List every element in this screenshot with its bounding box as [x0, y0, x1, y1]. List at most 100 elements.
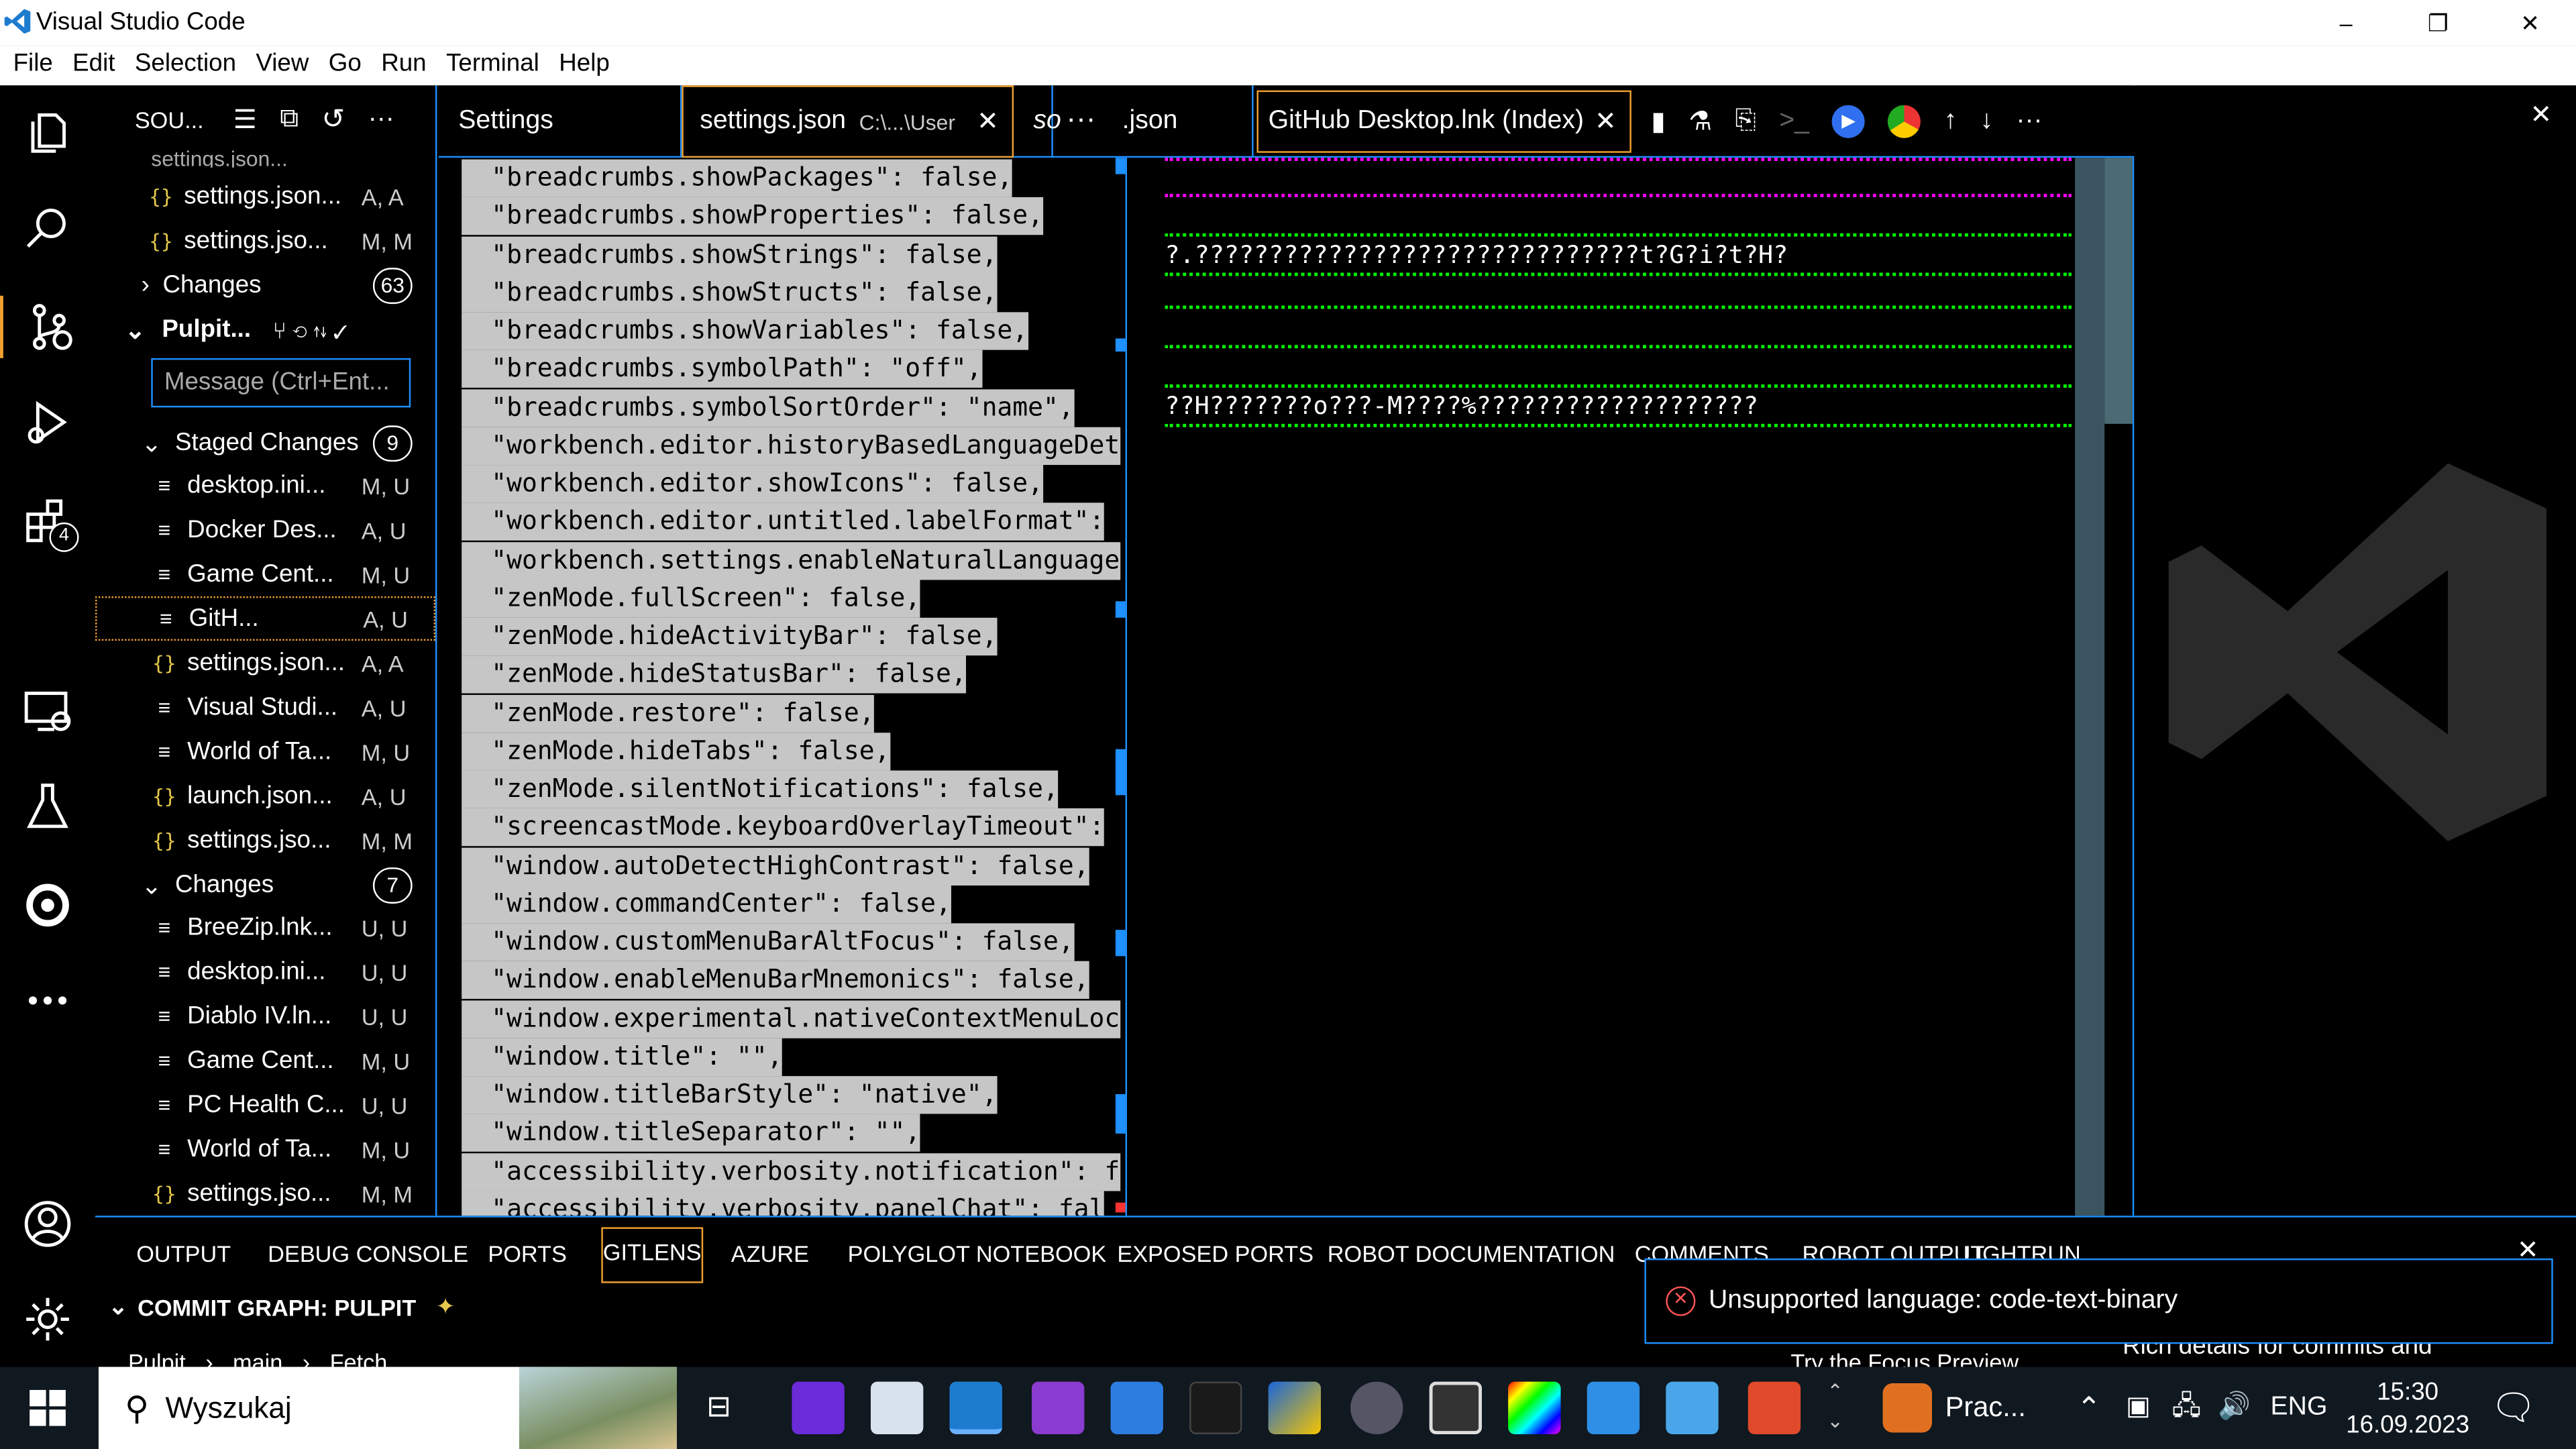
list-item[interactable]: ≡ desktop.ini... U, U — [95, 950, 435, 994]
volume-icon[interactable]: 🔊 — [2218, 1367, 2251, 1449]
branch-selector[interactable]: Pulpit — [128, 1349, 186, 1367]
scrollbar-thumb[interactable] — [2104, 158, 2133, 424]
tab-github-desktop[interactable]: GitHub Desktop.lnk (Index) ✕ — [1256, 90, 1631, 153]
compare-icon[interactable]: ⚗ — [1688, 105, 1712, 138]
tab-partial[interactable]: so — [1014, 85, 1061, 158]
menu-terminal[interactable]: Terminal — [446, 46, 539, 83]
account-icon[interactable] — [16, 1193, 78, 1255]
camera-app-icon[interactable] — [1429, 1381, 1482, 1434]
main-branch-selector[interactable]: main — [233, 1349, 282, 1367]
file-explorer-icon[interactable] — [870, 1381, 924, 1434]
explorer-icon[interactable] — [16, 102, 78, 164]
close-window-button[interactable]: ✕ — [2484, 0, 2576, 46]
more-icon[interactable] — [16, 969, 78, 1032]
minimize-button[interactable]: – — [2300, 0, 2392, 46]
collapse-icon[interactable]: ⧉ — [280, 105, 299, 135]
list-item[interactable]: ≡ BreeZip.lnk... U, U — [95, 905, 435, 949]
panel-tab-robot-documentation[interactable]: ROBOT DOCUMENTATION — [1328, 1240, 1615, 1267]
color-app-icon[interactable] — [1508, 1381, 1561, 1434]
search-icon[interactable] — [16, 197, 78, 260]
changes-group-top[interactable]: › Changes 63 — [95, 263, 435, 307]
list-item[interactable]: {} launch.json... A, U — [95, 773, 435, 818]
chrome-icon[interactable] — [1888, 105, 1921, 138]
scrollbar[interactable] — [1115, 158, 1126, 1216]
branch-icons[interactable]: ⑂ ⟲ ⇅ ✓ — [273, 316, 347, 342]
list-item[interactable]: ≡ Visual Studi... A, U — [95, 685, 435, 729]
binary-editor[interactable]: ?.??????????????????????????????t?G?i?t?… — [1128, 158, 2135, 1216]
settings-app-icon[interactable] — [1350, 1381, 1403, 1434]
taskbar-app-icon[interactable] — [1666, 1381, 1719, 1434]
testing-icon[interactable] — [16, 775, 78, 838]
list-item-clipped[interactable]: settings.json... — [95, 148, 435, 167]
extensions-icon[interactable]: 4 — [16, 490, 79, 552]
menu-edit[interactable]: Edit — [72, 46, 115, 83]
panel-tab-ports[interactable]: PORTS — [488, 1240, 567, 1267]
panel-tab-debug-console[interactable]: DEBUG CONSOLE — [268, 1240, 468, 1267]
network-icon[interactable]: 🖧 — [2172, 1367, 2202, 1449]
menu-view[interactable]: View — [256, 46, 309, 83]
fetch-button[interactable]: Fetch — [330, 1349, 388, 1367]
source-control-icon[interactable] — [0, 295, 95, 358]
menu-file[interactable]: File — [13, 46, 53, 83]
panel-tab-output[interactable]: OUTPUT — [136, 1240, 231, 1267]
minimap-scrollbar[interactable] — [2075, 158, 2105, 1216]
arrow-down-icon[interactable]: ↓ — [1980, 107, 1994, 136]
open-changes-icon[interactable]: ⎘ — [1735, 107, 1756, 136]
commit-message-input[interactable]: Message (Ctrl+Ent... — [151, 358, 411, 408]
task-view-icon[interactable]: ⊟ — [706, 1390, 731, 1424]
taskbar-search[interactable]: ⚲ Wyszukaj — [98, 1366, 677, 1449]
notification-toast[interactable]: ✕ Unsupported language: code-text-binary — [1644, 1258, 2553, 1344]
clock[interactable]: 15:30 16.09.2023 — [2346, 1377, 2469, 1442]
visual-studio-preview-icon[interactable] — [1031, 1381, 1085, 1434]
taskbar-app-icon[interactable] — [1748, 1381, 1801, 1434]
close-tab-icon[interactable]: ✕ — [1595, 105, 1617, 138]
menu-run[interactable]: Run — [381, 46, 426, 83]
list-item[interactable]: {} settings.jso... M, M — [95, 1171, 435, 1216]
gitlens-icon[interactable] — [16, 874, 78, 936]
weather-widget[interactable]: Prac... — [1882, 1367, 2026, 1449]
list-item-selected[interactable]: ≡ GitH... A, U — [95, 596, 435, 641]
taskbar-app-icon[interactable] — [1189, 1381, 1242, 1434]
list-item[interactable]: ≡ desktop.ini... M, U — [95, 464, 435, 508]
tab-overflow-icon[interactable]: ··· — [1066, 102, 1095, 136]
list-item[interactable]: ≡ World of Ta... M, U — [95, 1127, 435, 1171]
list-view-icon[interactable]: ☰ — [233, 103, 257, 136]
terminal-icon[interactable]: >_ — [1779, 107, 1809, 136]
commit-graph-header[interactable]: ⌄ COMMIT GRAPH: PULPIT ✦ — [109, 1293, 455, 1321]
people-app-icon[interactable] — [1587, 1381, 1640, 1434]
list-item[interactable]: {} settings.jso... M, M — [95, 818, 435, 863]
list-item[interactable]: {} settings.jso... M, M — [95, 219, 435, 263]
notifications-icon[interactable]: 🗨 — [2491, 1367, 2536, 1449]
language-indicator[interactable]: ENG — [2271, 1367, 2328, 1449]
vscode-taskbar-icon[interactable] — [949, 1381, 1002, 1434]
arrow-up-icon[interactable]: ↑ — [1944, 107, 1957, 136]
tray-icon[interactable]: ▣ — [2126, 1367, 2151, 1449]
close-tab-icon[interactable]: ✕ — [977, 105, 999, 138]
settings-json-editor[interactable]: "breadcrumbs.showPackages": false, "bread… — [438, 158, 1128, 1216]
staged-changes-group[interactable]: ⌄ Staged Changes 9 — [95, 421, 435, 465]
taskbar-scroll-arrows[interactable]: ⌃ ⌄ — [1827, 1377, 1843, 1436]
restore-button[interactable]: ❐ — [2392, 0, 2484, 46]
remote-explorer-icon[interactable] — [16, 680, 78, 743]
tab-settings-json[interactable]: settings.json C:\...\User ✕ — [682, 85, 1014, 158]
list-item[interactable]: {} settings.json... A, A — [95, 174, 435, 219]
file-icon[interactable]: ▮ — [1651, 105, 1666, 138]
more-actions-icon[interactable]: ··· — [2016, 107, 2042, 136]
tab-partial-json[interactable]: .json — [1112, 85, 1254, 158]
play-icon[interactable]: ▶ — [1832, 105, 1866, 138]
focus-preview-link[interactable]: Try the Focus Preview — [1790, 1349, 2019, 1367]
menu-selection[interactable]: Selection — [135, 46, 236, 83]
list-item[interactable]: ≡ PC Health C... U, U — [95, 1083, 435, 1127]
taskbar-app-icon[interactable] — [792, 1381, 845, 1434]
panel-tab-azure[interactable]: AZURE — [731, 1240, 809, 1267]
history-icon[interactable]: ↺ — [322, 103, 345, 136]
repo-header[interactable]: ⌄ Pulpit... ⑂ ⟲ ⇅ ✓ — [95, 307, 435, 352]
list-item[interactable]: {} settings.json... A, A — [95, 641, 435, 685]
windows-start-icon[interactable] — [30, 1389, 66, 1434]
list-item[interactable]: ≡ World of Ta... M, U — [95, 729, 435, 773]
changes-group[interactable]: ⌄ Changes 7 — [95, 863, 435, 907]
menu-help[interactable]: Help — [559, 46, 610, 83]
tab-settings[interactable]: Settings — [439, 85, 682, 158]
tray-chevron-icon[interactable]: ⌃ — [2077, 1367, 2102, 1449]
settings-gear-icon[interactable] — [16, 1288, 78, 1350]
